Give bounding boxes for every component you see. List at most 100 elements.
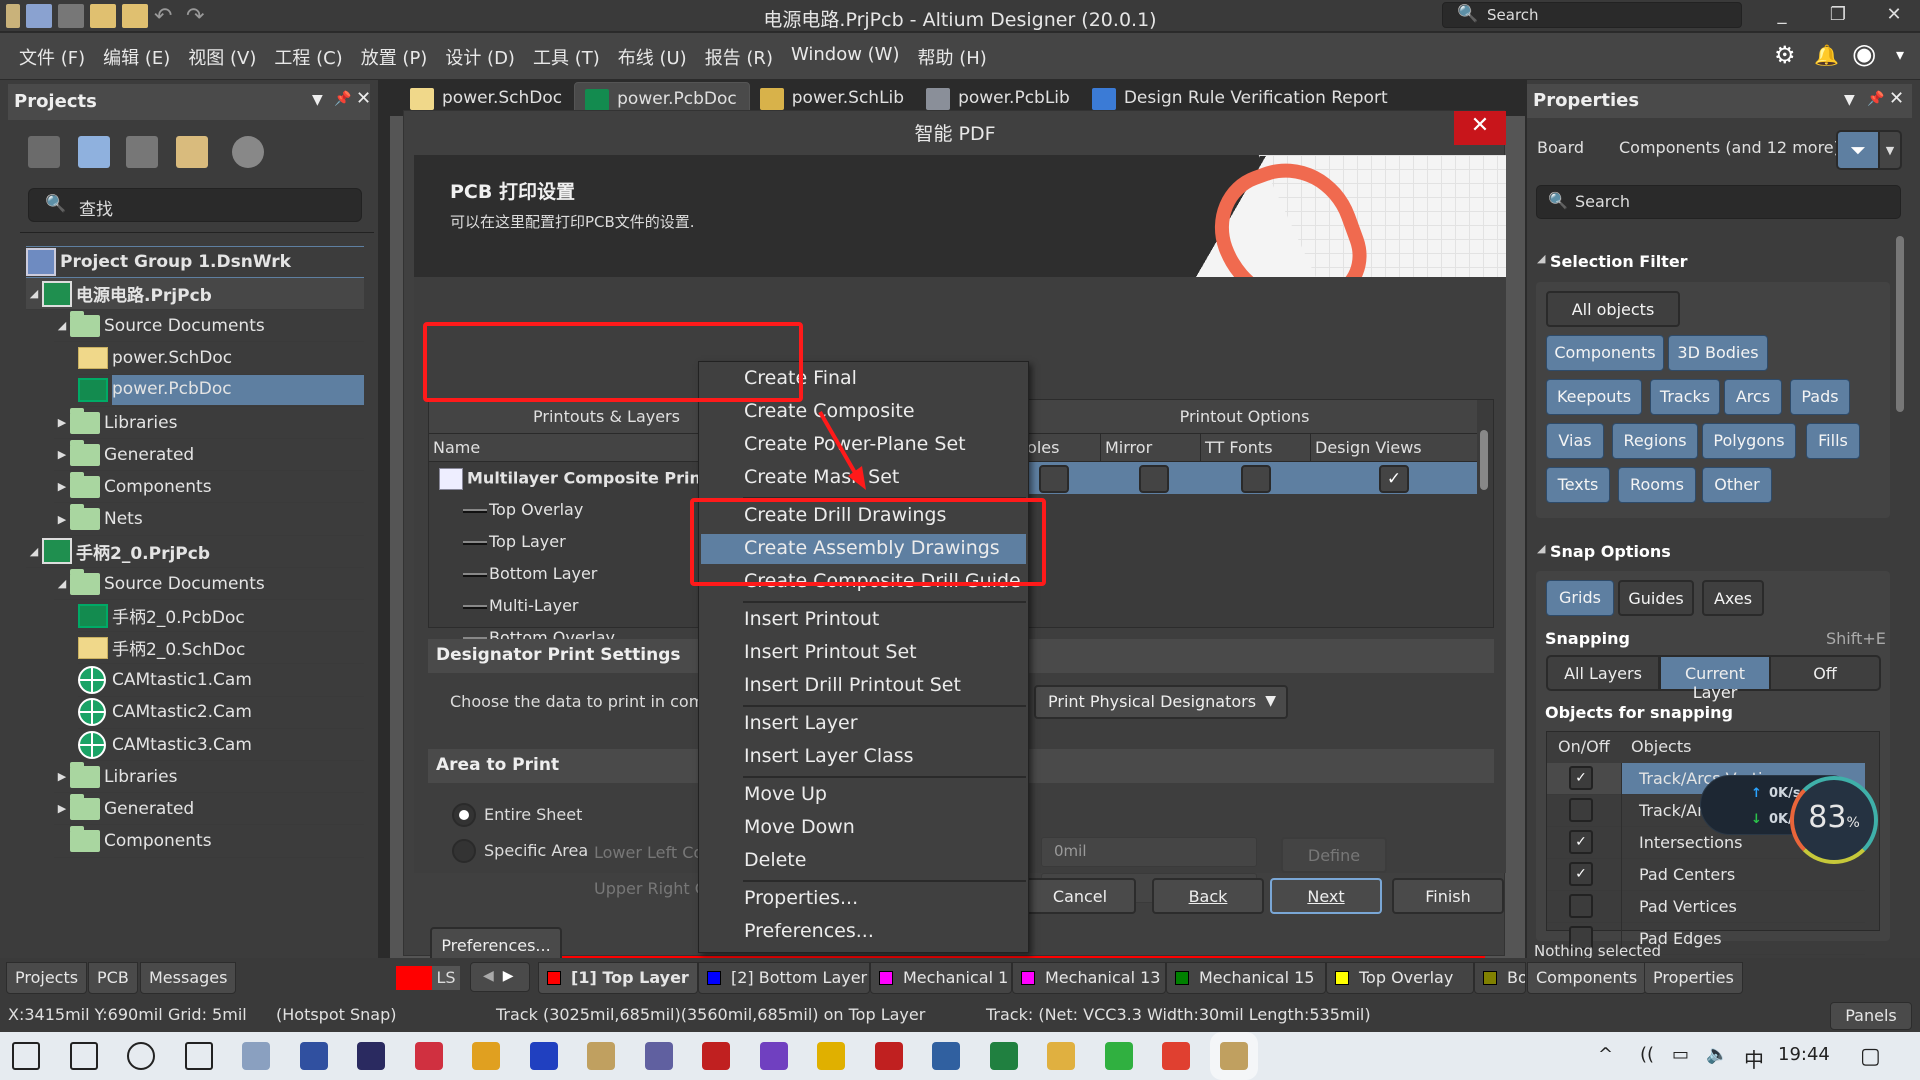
atk-xcom-icon[interactable] [874, 1042, 903, 1070]
gear-icon[interactable]: ⚙ [1774, 41, 1796, 69]
minimize-button[interactable]: _ [1762, 4, 1802, 25]
snap-object-checkbox[interactable]: ✓ [1569, 862, 1593, 886]
context-menu-item[interactable]: Move Down [701, 813, 1026, 843]
collapsed-arrow-icon[interactable]: ▶ [54, 480, 70, 493]
task-view-icon[interactable] [184, 1042, 213, 1070]
snap-object-checkbox[interactable] [1569, 894, 1593, 918]
collapsed-arrow-icon[interactable]: ▶ [54, 448, 70, 461]
chrome-icon[interactable] [1162, 1042, 1190, 1070]
menu-file[interactable]: 文件 (F) [10, 44, 94, 70]
snap-mode-button[interactable]: Guides [1618, 580, 1694, 616]
radio-entire-sheet[interactable] [452, 803, 476, 827]
snap-object-checkbox[interactable]: ✓ [1569, 766, 1593, 790]
context-menu-item[interactable]: Preferences... [701, 917, 1026, 947]
all-objects-button[interactable]: All objects [1546, 291, 1680, 327]
designator-dropdown[interactable]: Print Physical Designators ▼ [1034, 685, 1288, 719]
context-menu-item[interactable]: Create Drill Drawings [701, 501, 1026, 531]
layer-tab[interactable]: [1] Top Layer [538, 962, 698, 994]
finish-button[interactable]: Finish [1392, 878, 1504, 914]
selection-filter-title[interactable]: Selection Filter [1550, 252, 1688, 271]
filter-icon[interactable]: ⏷ [1836, 130, 1880, 170]
context-menu-item[interactable]: Insert Layer [701, 709, 1026, 739]
context-menu-item[interactable]: Create Composite Drill Guide [701, 567, 1026, 597]
tab-projects[interactable]: Projects [6, 962, 88, 994]
context-menu-item[interactable]: Insert Layer Class [701, 742, 1026, 772]
restore-button[interactable]: ❐ [1818, 4, 1858, 25]
layer-tab[interactable]: Bot [1474, 962, 1526, 994]
tree-item[interactable]: ▶ Libraries [54, 407, 364, 439]
collapsed-arrow-icon[interactable]: ▶ [54, 802, 70, 815]
tab-properties[interactable]: Properties [1644, 962, 1743, 994]
checkbox-design-views[interactable]: ✓ [1379, 465, 1409, 493]
tab-components[interactable]: Components [1527, 962, 1647, 994]
filter-chip[interactable]: Regions [1612, 423, 1698, 459]
snap-object-checkbox[interactable]: ✓ [1569, 830, 1593, 854]
camera-icon[interactable] [242, 1042, 270, 1070]
filter-chip[interactable]: Keepouts [1546, 379, 1642, 415]
menu-project[interactable]: 工程 (C) [265, 44, 351, 70]
altium-icon[interactable] [587, 1042, 615, 1070]
menu-design[interactable]: 设计 (D) [436, 44, 524, 70]
dialog-close-button[interactable]: ✕ [1454, 111, 1506, 145]
layer-tab[interactable]: Mechanical 15 [1166, 962, 1326, 994]
snap-object-row[interactable]: ✓ Pad Centers [1547, 859, 1865, 891]
snap-options-title[interactable]: Snap Options [1550, 542, 1671, 561]
file-explorer-icon[interactable] [1047, 1042, 1075, 1070]
define-button[interactable]: Define [1281, 837, 1387, 873]
collapsed-arrow-icon[interactable]: ▶ [54, 770, 70, 783]
app-xyz-icon[interactable] [932, 1042, 960, 1070]
snap-object-row[interactable]: Pad Vertices [1547, 891, 1865, 923]
layer-scroll-buttons[interactable]: ◀ ▶ [470, 962, 530, 992]
snap-mode-button[interactable]: Grids [1546, 580, 1614, 616]
search-icon[interactable] [69, 1042, 98, 1070]
panel-menu-icon[interactable]: ▼ [312, 92, 323, 108]
layer-tab[interactable]: Mechanical 13 [1012, 962, 1166, 994]
snapping-mode-button[interactable]: All Layers [1546, 655, 1660, 691]
start-icon[interactable] [12, 1042, 40, 1070]
layer-tab[interactable]: [2] Bottom Layer [698, 962, 870, 994]
menu-tools[interactable]: 工具 (T) [524, 44, 609, 70]
menu-route[interactable]: 布线 (U) [609, 44, 696, 70]
context-menu-item[interactable]: Create Final [701, 364, 1026, 394]
cancel-button[interactable]: Cancel [1024, 878, 1136, 914]
panel-menu-icon[interactable]: ▼ [1844, 92, 1855, 108]
tree-item[interactable]: ▶ Components [54, 471, 364, 504]
expanded-arrow-icon[interactable]: ◢ [26, 287, 42, 300]
memory-usage-gauge[interactable]: 83% [1790, 776, 1878, 864]
context-menu-item[interactable]: Move Up [701, 780, 1026, 810]
snapping-mode-button[interactable]: Current Layer [1659, 655, 1771, 702]
context-menu-item[interactable]: Properties... [701, 884, 1026, 914]
app-green-v-icon[interactable] [989, 1042, 1018, 1070]
bell-icon[interactable]: 🔔 [1814, 43, 1839, 67]
filter-chip[interactable]: Rooms [1618, 467, 1696, 503]
app-blue-icon[interactable] [529, 1042, 558, 1070]
project-documents-icon[interactable] [78, 136, 110, 168]
snap-mode-button[interactable]: Axes [1702, 580, 1764, 616]
menu-place[interactable]: 放置 (P) [352, 44, 437, 70]
save-project-icon[interactable] [28, 136, 60, 168]
app-globe-icon[interactable] [299, 1042, 328, 1070]
lower-left-field[interactable]: 0mil [1041, 837, 1257, 867]
app-purple-icon[interactable] [644, 1042, 673, 1070]
snap-object-checkbox[interactable] [1569, 798, 1593, 822]
checkbox-holes[interactable] [1039, 465, 1069, 493]
menu-edit[interactable]: 编辑 (E) [94, 44, 179, 70]
wechat-icon[interactable] [1104, 1042, 1133, 1070]
current-layer-color[interactable] [396, 966, 432, 990]
pin-icon[interactable]: 📌 [1867, 91, 1884, 107]
app-red-icon[interactable] [414, 1042, 443, 1070]
expanded-arrow-icon[interactable]: ◢ [54, 319, 70, 332]
tree-item[interactable]: 手柄2_0.PcbDoc [78, 600, 364, 633]
tree-item[interactable]: ◢ Source Documents [54, 568, 364, 600]
filter-chip[interactable]: Fills [1806, 423, 1860, 459]
ime-indicator[interactable]: 中 [1744, 1044, 1764, 1073]
filter-chip[interactable]: Texts [1546, 467, 1610, 503]
close-icon[interactable]: ✕ [356, 88, 371, 109]
filter-chip[interactable]: Arcs [1724, 379, 1782, 415]
layer-set-button[interactable]: LS [432, 966, 460, 990]
altium-active-icon[interactable] [1219, 1042, 1248, 1070]
snapping-mode-button[interactable]: Off [1769, 655, 1881, 691]
browse-folder-icon[interactable] [126, 136, 158, 168]
expanded-arrow-icon[interactable]: ◢ [54, 577, 70, 590]
context-menu-item[interactable]: Insert Drill Printout Set [701, 671, 1026, 701]
